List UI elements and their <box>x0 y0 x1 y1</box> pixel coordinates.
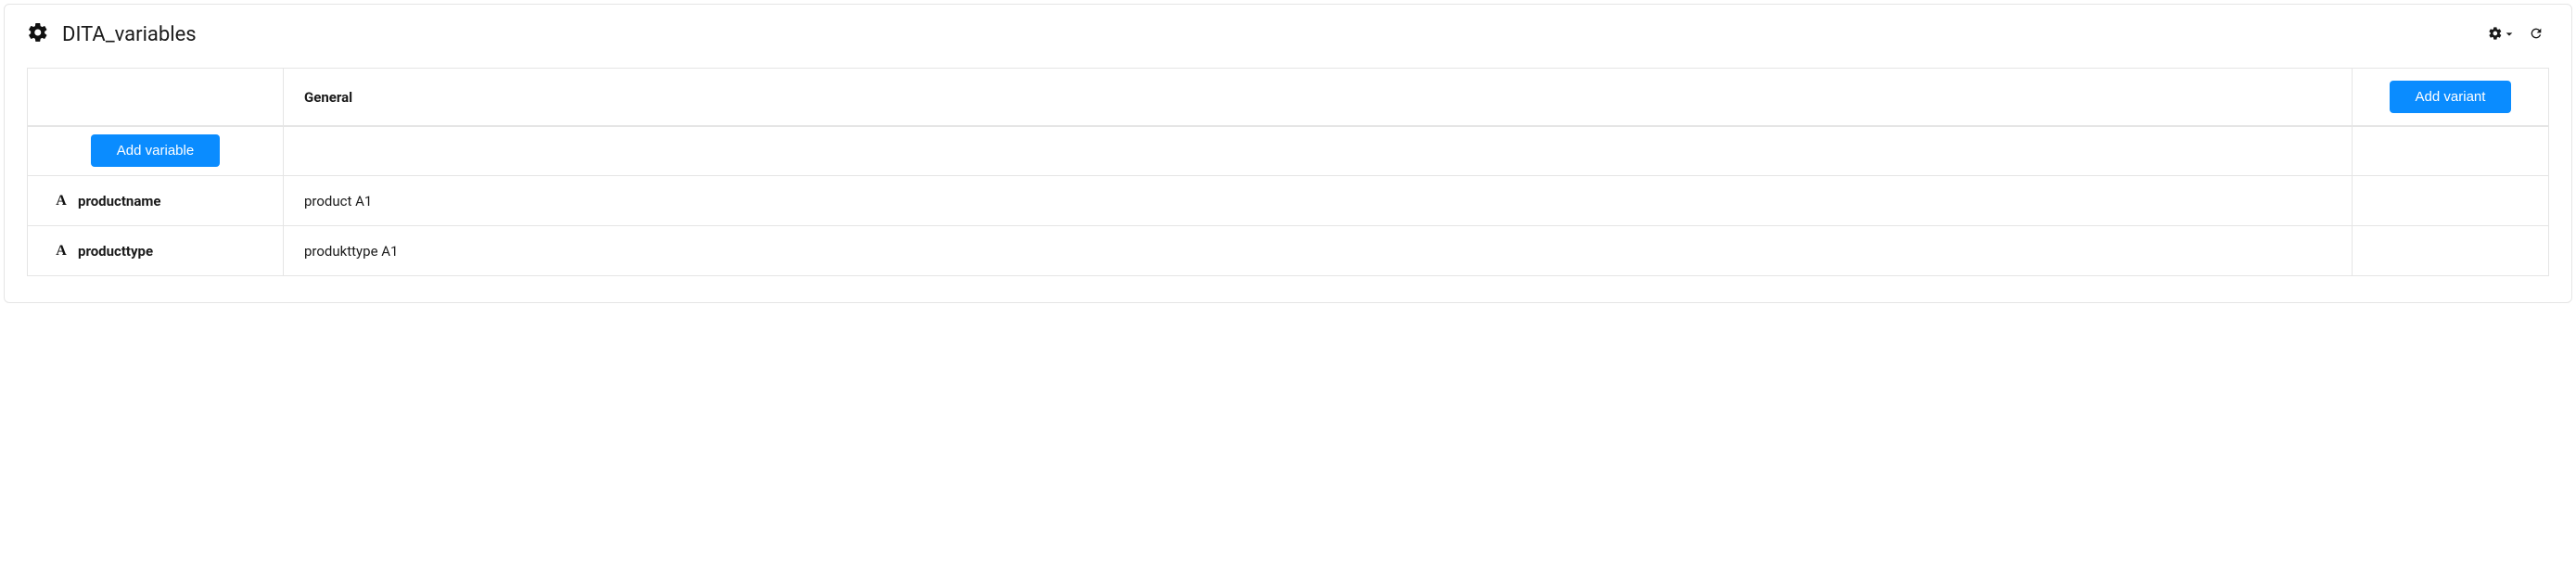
variables-panel: DITA_variables <box>4 4 2572 303</box>
refresh-button[interactable] <box>2529 26 2544 44</box>
settings-dropdown-button[interactable] <box>2488 26 2514 44</box>
variable-name-cell[interactable]: A producttype <box>28 226 284 276</box>
panel-header: DITA_variables <box>27 21 2549 47</box>
table-header-row: General Add variant <box>28 69 2549 126</box>
variables-table: General Add variant Add variable A <box>27 68 2549 276</box>
variable-value-cell[interactable]: produkttype A1 <box>284 226 2353 276</box>
empty-cell <box>2353 126 2549 176</box>
page-title: DITA_variables <box>62 23 197 46</box>
column-header-variable <box>28 69 284 126</box>
variable-value: produkttype A1 <box>284 243 2352 260</box>
text-type-icon: A <box>54 193 69 209</box>
table-row: A producttype produkttype A1 <box>28 226 2549 276</box>
refresh-icon <box>2529 26 2544 44</box>
text-type-icon: A <box>54 243 69 260</box>
column-header-label: General <box>284 89 352 106</box>
variable-value: product A1 <box>284 193 2352 209</box>
variable-name-cell[interactable]: A productname <box>28 176 284 226</box>
column-header-variant: Add variant <box>2353 69 2549 126</box>
gear-icon <box>27 21 49 47</box>
empty-cell <box>2353 226 2549 276</box>
column-header-general: General <box>284 69 2353 126</box>
add-variant-button[interactable]: Add variant <box>2390 81 2512 113</box>
chevron-down-icon <box>2505 28 2514 42</box>
empty-cell <box>284 126 2353 176</box>
gear-icon <box>2488 26 2503 44</box>
add-variable-button[interactable]: Add variable <box>91 134 220 167</box>
add-variable-cell: Add variable <box>28 126 284 176</box>
table-row: A productname product A1 <box>28 176 2549 226</box>
panel-title-group: DITA_variables <box>27 21 197 47</box>
panel-actions <box>2488 26 2549 44</box>
empty-cell <box>2353 176 2549 226</box>
variable-value-cell[interactable]: product A1 <box>284 176 2353 226</box>
variable-name: producttype <box>78 243 153 260</box>
variable-name: productname <box>78 193 160 209</box>
table-add-row: Add variable <box>28 126 2549 176</box>
